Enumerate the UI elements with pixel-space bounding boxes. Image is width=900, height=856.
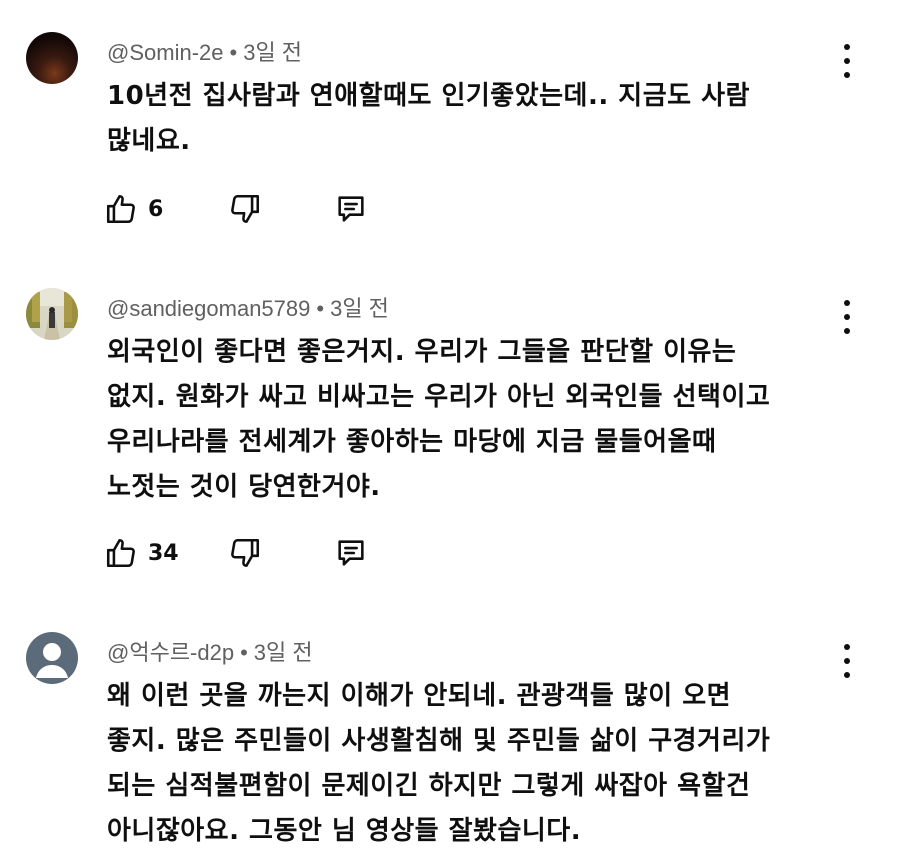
separator: •	[316, 296, 325, 321]
more-vert-icon[interactable]	[832, 44, 862, 78]
author-handle[interactable]: @억수르-d2p	[107, 640, 234, 665]
reply-button[interactable]	[334, 192, 368, 226]
thumb-up-icon	[106, 194, 135, 224]
reply-icon	[338, 196, 364, 222]
comment-meta: @Somin-2e • 3일 전	[107, 35, 302, 67]
separator: •	[229, 40, 238, 65]
thumb-down-icon	[231, 194, 260, 224]
like-count: 34	[148, 540, 179, 566]
separator: •	[240, 640, 248, 665]
default-person-icon	[26, 632, 78, 684]
dislike-button[interactable]	[228, 536, 262, 570]
avatar[interactable]	[26, 32, 78, 84]
timestamp[interactable]: 3일 전	[254, 640, 313, 665]
more-vert-icon[interactable]	[832, 300, 862, 334]
thumb-down-icon	[231, 538, 260, 568]
comment-meta: @sandiegoman5789 • 3일 전	[107, 291, 389, 323]
like-button[interactable]: 6	[104, 192, 163, 226]
timestamp[interactable]: 3일 전	[330, 296, 389, 321]
dislike-button[interactable]	[228, 192, 262, 226]
more-vert-icon[interactable]	[832, 644, 862, 678]
comment-text: 10년전 집사람과 연애할때도 인기좋았는데.. 지금도 사람 많네요.	[107, 81, 750, 156]
avatar[interactable]	[26, 632, 78, 684]
reply-button[interactable]	[334, 536, 368, 570]
author-handle[interactable]: @Somin-2e	[107, 40, 224, 65]
comment-actions: 34	[104, 536, 424, 572]
reply-icon	[338, 540, 364, 566]
avatar[interactable]	[26, 288, 78, 340]
comment-text: 외국인이 좋다면 좋은거지. 우리가 그들을 판단할 이유는 없지. 원화가 싸…	[107, 337, 771, 502]
comment-meta: @억수르-d2p • 3일 전	[107, 635, 313, 667]
comment-actions: 6	[104, 192, 424, 228]
comment-text: 왜 이런 곳을 까는지 이해가 안되네. 관광객들 많이 오면 좋지. 많은 주…	[107, 681, 771, 846]
author-handle[interactable]: @sandiegoman5789	[107, 296, 310, 321]
like-button[interactable]: 34	[104, 536, 179, 570]
timestamp[interactable]: 3일 전	[243, 40, 302, 65]
thumb-up-icon	[106, 538, 135, 568]
like-count: 6	[148, 196, 164, 222]
